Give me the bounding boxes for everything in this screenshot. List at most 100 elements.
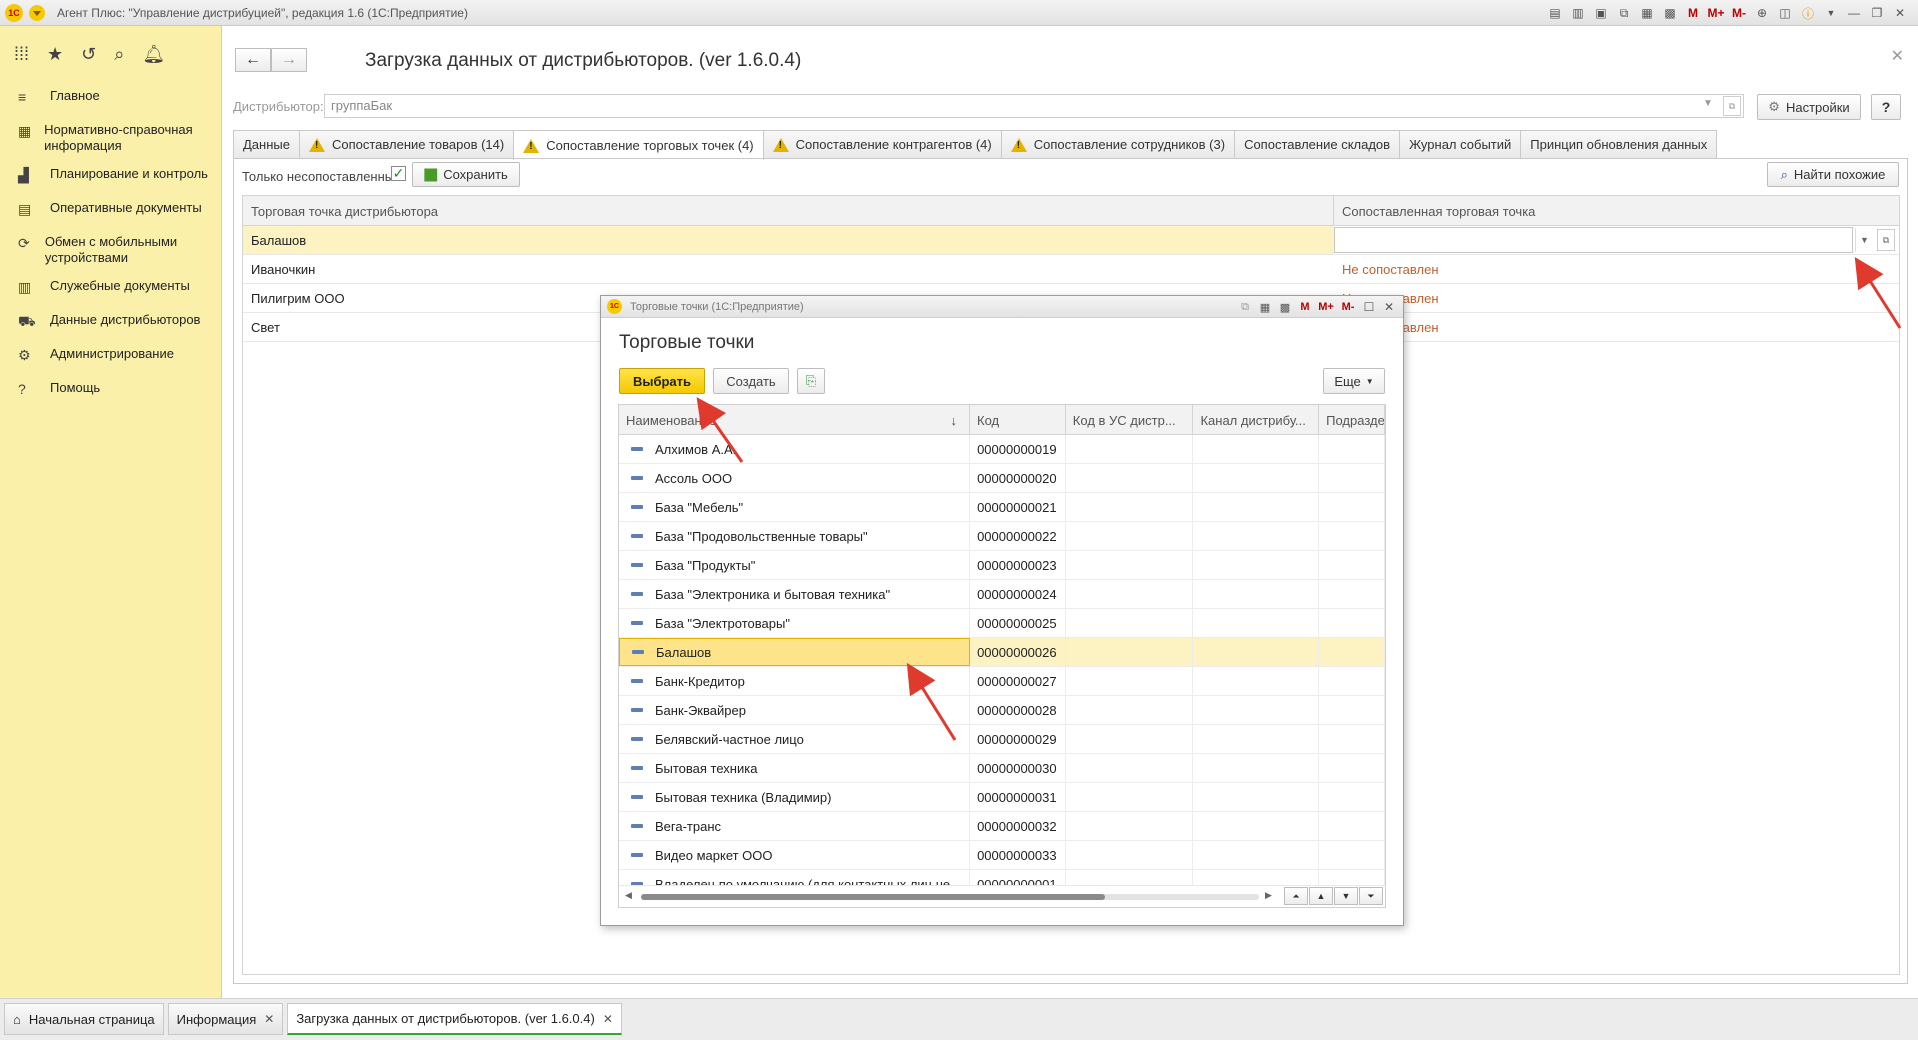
sidebar-item-reference[interactable]: ▦ Нормативно-справочная информация — [0, 116, 221, 160]
minimize-icon[interactable]: — — [1844, 4, 1864, 22]
sidebar-item-planning[interactable]: ▟ Планирование и контроль — [0, 160, 221, 194]
forward-button[interactable]: → — [271, 48, 307, 72]
list-item[interactable]: Вега-транс 00000000032 — [619, 812, 1385, 841]
tab-event-log[interactable]: Журнал событий — [1399, 130, 1522, 158]
memory-minus-button[interactable]: M- — [1729, 4, 1749, 22]
memory-m-button[interactable]: M — [1297, 298, 1313, 316]
matched-outlet-input[interactable]: ▼ ⧉ — [1334, 226, 1899, 254]
close-icon[interactable]: ✕ — [264, 1012, 274, 1026]
list-item[interactable]: База "Электроника и бытовая техника" 0000… — [619, 580, 1385, 609]
list-item[interactable]: Видео маркет ООО 00000000033 — [619, 841, 1385, 870]
list-item[interactable]: Балашов 00000000026 — [619, 638, 1385, 667]
memory-minus-button[interactable]: M- — [1339, 298, 1357, 316]
create-button[interactable]: Создать — [713, 368, 789, 394]
memory-plus-button[interactable]: M+ — [1317, 298, 1335, 316]
calendar-icon[interactable]: ▩ — [1660, 4, 1680, 22]
tab-contractors-matching[interactable]: Сопоставление контрагентов (4) — [762, 130, 1002, 158]
chevron-down-icon[interactable]: ▼ — [1703, 98, 1713, 109]
chevron-down-icon[interactable]: ▼ — [1821, 4, 1841, 22]
apps-grid-icon[interactable]: ⁞⁞⁞ — [14, 44, 29, 65]
open-icon[interactable]: ⧉ — [1877, 229, 1895, 251]
column-header[interactable]: Сопоставленная торговая точка — [1334, 196, 1543, 225]
horizontal-scrollbar[interactable]: ◀ ▶ ⏶ ▲ ▼ ⏷ — [619, 885, 1385, 907]
main-menu-icon[interactable] — [29, 4, 45, 21]
more-button[interactable]: Еще ▼ — [1323, 368, 1385, 394]
column-header[interactable]: Код — [970, 405, 1066, 434]
find-similar-button[interactable]: ⌕ Найти похожие — [1767, 162, 1899, 187]
link-icon[interactable]: ⧉ — [1237, 298, 1253, 316]
calculator-icon[interactable]: ▦ — [1257, 298, 1273, 316]
tab-goods-matching[interactable]: Сопоставление товаров (14) — [298, 130, 515, 158]
matched-outlet-field[interactable] — [1334, 227, 1853, 253]
back-button[interactable]: ← — [235, 48, 271, 72]
table-row[interactable]: Иваночкин Не сопоставлен — [243, 255, 1899, 284]
column-header[interactable]: Наименование ↓ — [619, 405, 971, 434]
tab-employees-matching[interactable]: Сопоставление сотрудников (3) — [1000, 130, 1236, 158]
tab-warehouses-matching[interactable]: Сопоставление складов — [1234, 130, 1401, 158]
list-item[interactable]: База "Электротовары" 00000000025 — [619, 609, 1385, 638]
bell-icon[interactable]: 🔔︎ — [142, 44, 165, 65]
restore-icon[interactable]: ❐ — [1867, 4, 1887, 22]
close-icon[interactable]: ✕ — [1381, 298, 1397, 316]
open-icon[interactable]: ⧉ — [1723, 96, 1741, 116]
search-icon[interactable]: ⌕ — [114, 44, 124, 65]
window-tab-info[interactable]: Информация ✕ — [167, 1003, 284, 1035]
save-button[interactable]: ⬛︎ Сохранить — [412, 162, 520, 187]
go-last-icon[interactable]: ⏷ — [1359, 887, 1383, 905]
column-header[interactable]: Код в УС дистр... — [1066, 405, 1194, 434]
save-icon[interactable]: ▣ — [1591, 4, 1611, 22]
zoom-icon[interactable]: ⊕ — [1752, 4, 1772, 22]
list-item[interactable]: Банк-Эквайрер 00000000028 — [619, 696, 1385, 725]
column-header[interactable]: Канал дистрибу... — [1193, 405, 1320, 434]
list-item[interactable]: Ассоль ООО 00000000020 — [619, 464, 1385, 493]
scrollbar-track[interactable] — [641, 894, 1259, 900]
settings-button[interactable]: ⚙ Настройки — [1757, 94, 1861, 120]
info-icon[interactable]: ⓘ — [1798, 4, 1818, 22]
sidebar-item-help[interactable]: ? Помощь — [0, 374, 221, 408]
list-item[interactable]: Бытовая техника 00000000030 — [619, 754, 1385, 783]
sidebar-item-distributor-data[interactable]: ⛟ Данные дистрибьюторов — [0, 306, 221, 340]
chevron-down-icon[interactable]: ▼ — [1855, 228, 1873, 252]
column-header[interactable]: Торговая точка дистрибьютора — [243, 196, 1334, 225]
tab-outlets-matching[interactable]: Сопоставление торговых точек (4) — [513, 130, 764, 160]
close-icon[interactable]: ✕ — [1891, 46, 1904, 66]
sidebar-item-main[interactable]: ≡ Главное — [0, 82, 221, 116]
star-icon[interactable]: ★ — [47, 44, 63, 65]
list-item[interactable]: База "Продукты" 00000000023 — [619, 551, 1385, 580]
sidebar-item-operative-docs[interactable]: ▤ Оперативные документы — [0, 194, 221, 228]
window-tab-distributor-load[interactable]: Загрузка данных от дистрибьюторов. (ver … — [287, 1003, 622, 1035]
panels-icon[interactable]: ◫ — [1775, 4, 1795, 22]
sidebar-item-admin[interactable]: ⚙ Администрирование — [0, 340, 221, 374]
list-item[interactable]: Алхимов А.А. 00000000019 — [619, 435, 1385, 464]
list-item[interactable]: Банк-Кредитор 00000000027 — [619, 667, 1385, 696]
memory-plus-button[interactable]: M+ — [1706, 4, 1726, 22]
scroll-right-icon[interactable]: ▶ — [1265, 890, 1272, 901]
table-row[interactable]: Балашов ▼ ⧉ — [243, 226, 1899, 255]
list-item[interactable]: База "Продовольственные товары" 000000000… — [619, 522, 1385, 551]
page-up-icon[interactable]: ▲ — [1309, 887, 1333, 905]
list-item[interactable]: База "Мебель" 00000000021 — [619, 493, 1385, 522]
scroll-left-icon[interactable]: ◀ — [625, 890, 632, 901]
copy-button[interactable]: ⎘ — [797, 368, 825, 394]
link-icon[interactable]: ⧉ — [1614, 4, 1634, 22]
scrollbar-thumb[interactable] — [641, 894, 1105, 900]
window-tab-home[interactable]: ⌂ Начальная страница — [4, 1003, 164, 1035]
distributor-input[interactable]: группаБак — [324, 94, 1744, 118]
close-icon[interactable]: ✕ — [1890, 4, 1910, 22]
preview-icon[interactable]: ▥ — [1568, 4, 1588, 22]
list-item[interactable]: Белявский-частное лицо 00000000029 — [619, 725, 1385, 754]
calculator-icon[interactable]: ▦ — [1637, 4, 1657, 22]
help-button[interactable]: ? — [1871, 94, 1901, 120]
sidebar-item-mobile-exchange[interactable]: ⟳ Обмен с мобильными устройствами — [0, 228, 221, 272]
column-header[interactable]: Подразде — [1319, 405, 1385, 434]
select-button[interactable]: Выбрать — [619, 368, 705, 394]
tab-update-principle[interactable]: Принцип обновления данных — [1520, 130, 1718, 158]
maximize-icon[interactable]: ☐ — [1361, 298, 1377, 316]
calendar-icon[interactable]: ▩ — [1277, 298, 1293, 316]
go-first-icon[interactable]: ⏶ — [1284, 887, 1308, 905]
sidebar-item-service-docs[interactable]: ▥ Служебные документы — [0, 272, 221, 306]
only-unmatched-checkbox[interactable]: ✓ — [391, 166, 406, 181]
print-icon[interactable]: ▤ — [1545, 4, 1565, 22]
history-icon[interactable]: ↺ — [81, 44, 96, 65]
list-item[interactable]: Бытовая техника (Владимир) 00000000031 — [619, 783, 1385, 812]
